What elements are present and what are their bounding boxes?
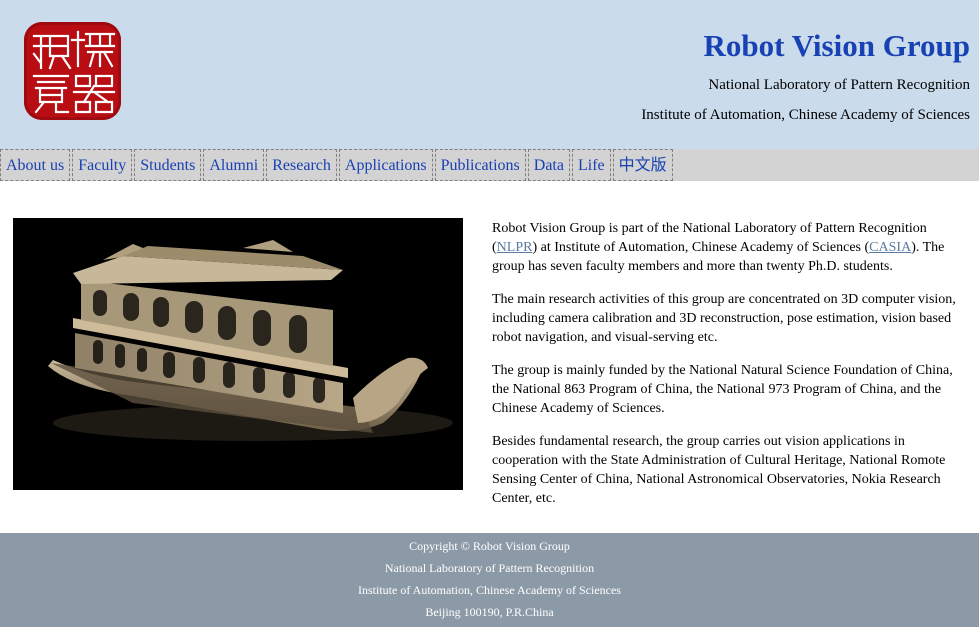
nlpr-link[interactable]: NLPR [497, 240, 533, 255]
lab-name: National Laboratory of Pattern Recogniti… [708, 77, 970, 93]
site-title: Robot Vision Group [703, 28, 970, 63]
main-nav: About us Faculty Students Alumni Researc… [0, 149, 979, 181]
nav-life[interactable]: Life [571, 149, 611, 181]
footer-address-line: Beijing 100190, P.R.China [425, 605, 554, 619]
site-header: Robot Vision Group National Laboratory o… [0, 0, 979, 149]
intro-paragraph-2: The main research activities of this gro… [492, 292, 956, 345]
nav-applications[interactable]: Applications [338, 149, 433, 181]
nav-publications[interactable]: Publications [434, 149, 526, 181]
intro-text-part: ) at Institute of Automation, Chinese Ac… [532, 240, 870, 255]
stone-boat-3d-reconstruction-image [13, 218, 463, 490]
footer-lab-line: National Laboratory of Pattern Recogniti… [384, 561, 595, 575]
copyright-line: Copyright © Robot Vision Group [409, 539, 570, 553]
casia-link[interactable]: CASIA [869, 240, 911, 255]
nav-alumni[interactable]: Alumni [203, 149, 265, 181]
site-footer: Copyright © Robot Vision Group National … [0, 533, 979, 627]
intro-paragraph-1: Robot Vision Group is part of the Nation… [492, 219, 967, 276]
intro-text: Robot Vision Group is part of the Nation… [492, 219, 967, 522]
intro-paragraph-4: Besides fundamental research, the group … [492, 434, 946, 506]
nav-chinese-version[interactable]: 中文版 [612, 149, 673, 181]
seal-logo[interactable] [24, 22, 121, 120]
nav-students[interactable]: Students [134, 149, 202, 181]
nav-data[interactable]: Data [527, 149, 570, 181]
institute-name: Institute of Automation, Chinese Academy… [641, 107, 970, 123]
footer-institute-line: Institute of Automation, Chinese Academy… [358, 583, 621, 597]
boat-illustration [13, 218, 463, 490]
seal-logo-glyphs [32, 30, 116, 114]
nav-faculty[interactable]: Faculty [72, 149, 133, 181]
intro-paragraph-3: The group is mainly funded by the Nation… [492, 363, 953, 416]
nav-about-us[interactable]: About us [0, 149, 71, 181]
nav-research[interactable]: Research [266, 149, 337, 181]
